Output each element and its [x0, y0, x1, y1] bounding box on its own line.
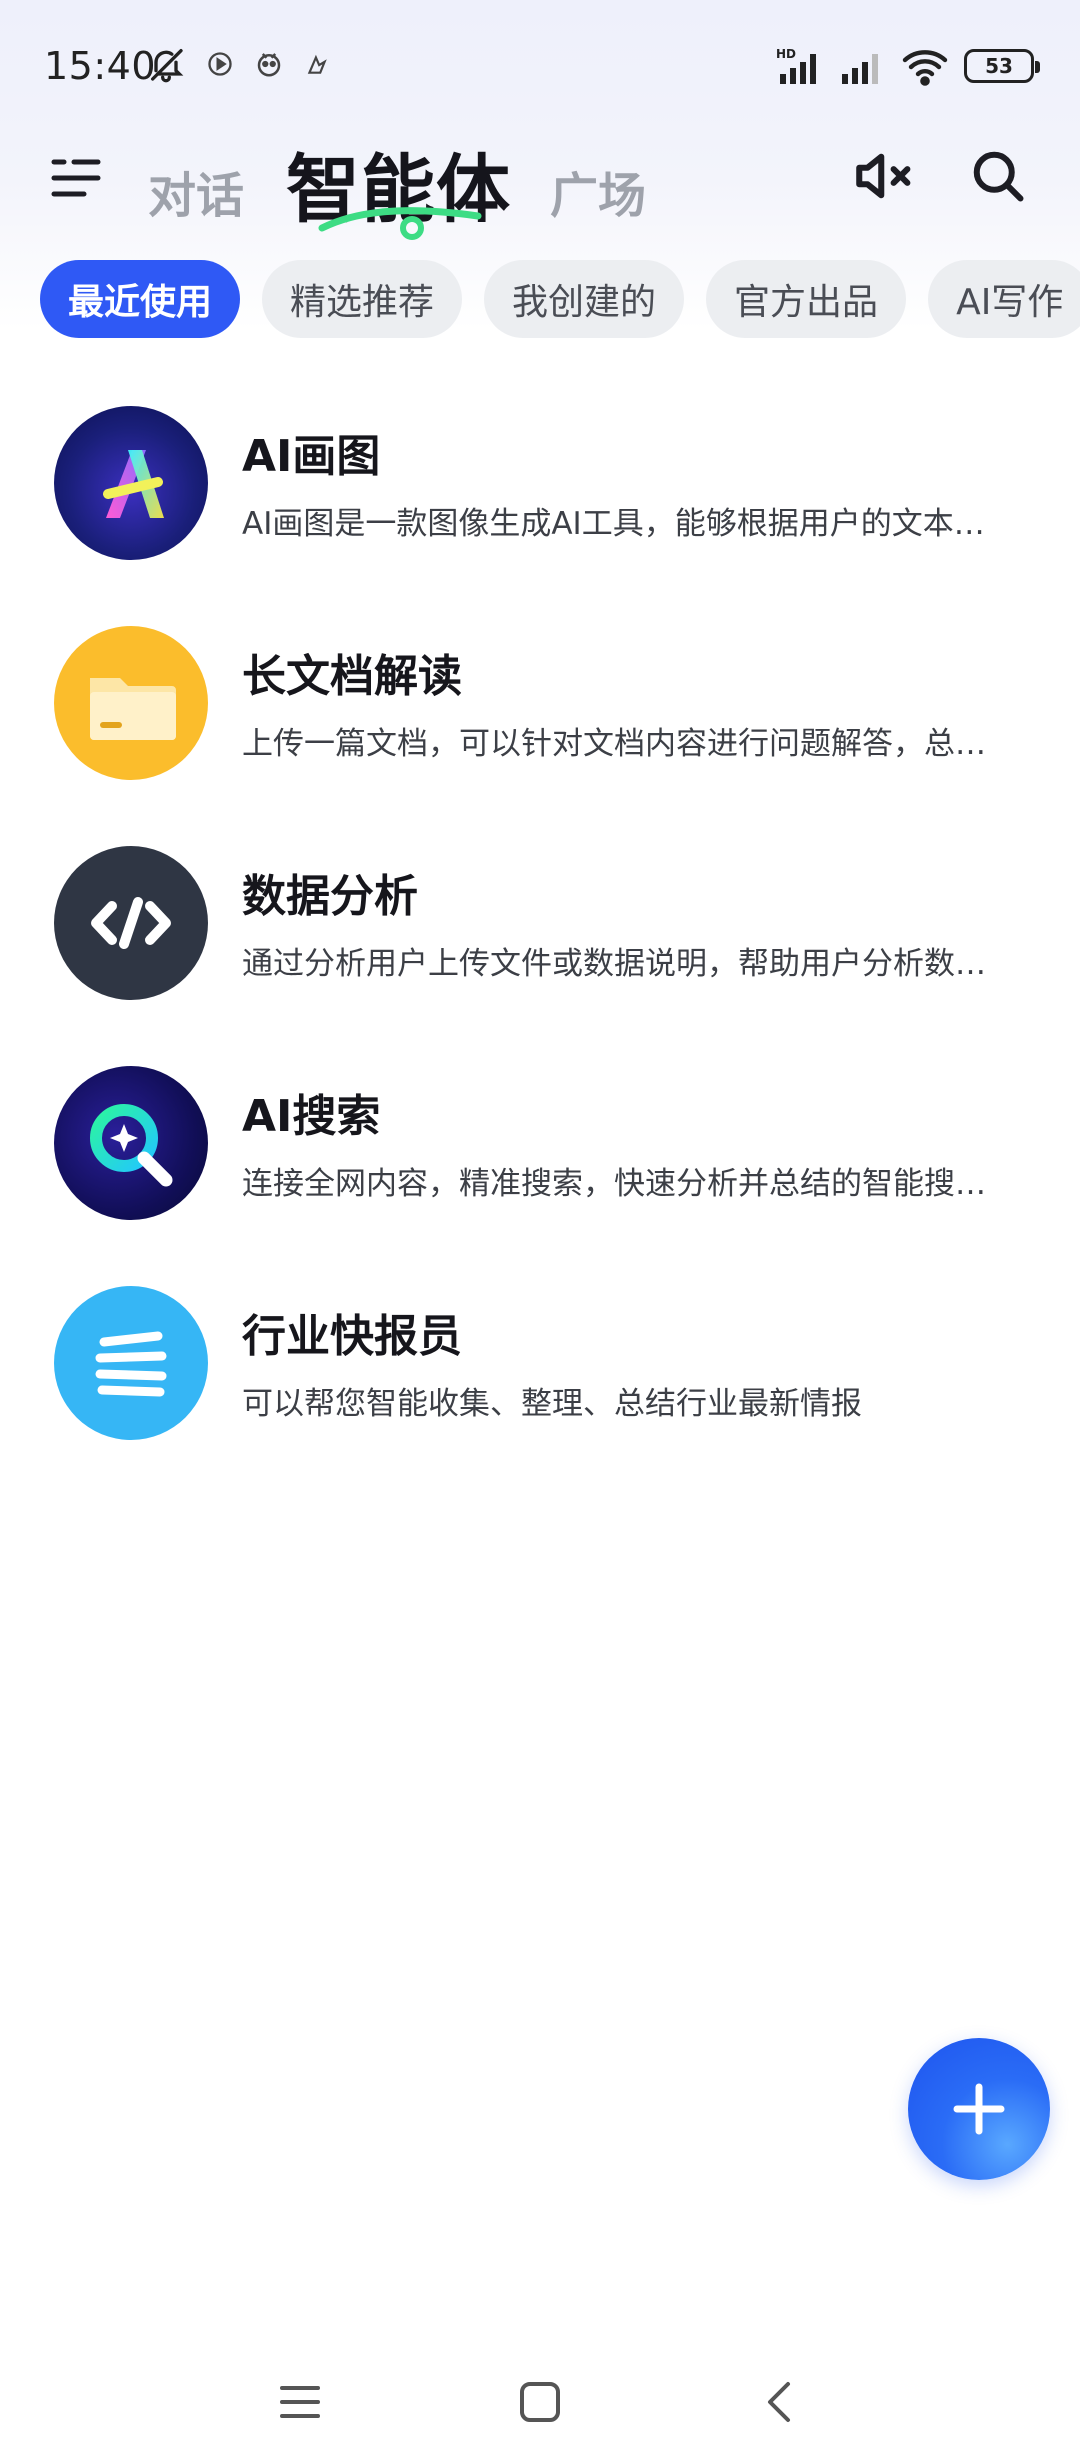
system-nav-bar — [0, 2340, 1080, 2460]
agent-name: 长文档解读 — [242, 651, 462, 702]
status-time: 15:40 — [44, 44, 157, 88]
agent-name: 行业快报员 — [242, 1311, 462, 1362]
tab-dialog[interactable]: 对话 — [148, 156, 244, 226]
bell-off-icon — [151, 49, 184, 83]
app-notify-icon-2 — [257, 53, 281, 77]
menu-button[interactable] — [48, 150, 104, 206]
speaker-muted-icon — [856, 153, 911, 199]
wifi-icon — [902, 50, 948, 86]
agent-name: 数据分析 — [242, 871, 418, 922]
folder-icon — [54, 626, 208, 780]
battery-level: 53 — [985, 54, 1013, 78]
active-tab-underline — [318, 207, 482, 240]
agent-description: 上传一篇文档，可以针对文档内容进行问题解答，总结摘要 — [242, 726, 1002, 762]
chip-ai-writing[interactable]: AI写作 — [928, 260, 1080, 338]
agent-description: 通过分析用户上传文件或数据说明，帮助用户分析数据并生成图表 — [242, 946, 1002, 982]
back-chevron-icon — [768, 2382, 790, 2422]
square-icon — [520, 2382, 560, 2422]
menu-icon — [51, 159, 101, 197]
ai-drawing-icon — [54, 406, 208, 560]
battery-indicator: 53 — [964, 49, 1040, 83]
plus-icon — [953, 2083, 1005, 2135]
search-button[interactable] — [960, 138, 1036, 214]
signal-icon — [842, 54, 878, 84]
svg-text:HD: HD — [776, 47, 796, 61]
home-button[interactable] — [500, 2362, 580, 2442]
app-notify-icon-3 — [307, 54, 327, 74]
chip-official[interactable]: 官方出品 — [706, 260, 907, 338]
list-item[interactable]: 行业快报员 可以帮您智能收集、整理、总结行业最新情报 — [0, 1260, 1080, 1480]
search-icon — [973, 151, 1024, 202]
notification-icons — [146, 44, 330, 84]
agent-description: AI画图是一款图像生成AI工具，能够根据用户的文本描述生成图片 — [242, 506, 1002, 542]
recent-apps-button[interactable] — [260, 2362, 340, 2442]
back-button[interactable] — [740, 2362, 820, 2442]
code-icon — [54, 846, 208, 1000]
create-agent-button[interactable] — [908, 2038, 1050, 2180]
list-item[interactable]: 长文档解读 上传一篇文档，可以针对文档内容进行问题解答，总结摘要 — [0, 600, 1080, 820]
filter-chips: 最近使用 精选推荐 我创建的 官方出品 AI写作 — [40, 260, 1080, 340]
top-header: 对话 智能体 广场 — [0, 130, 1080, 240]
list-item[interactable]: AI搜索 连接全网内容，精准搜索，快速分析并总结的智能搜索助手 — [0, 1040, 1080, 1260]
status-bar: 15:40 HD 53 — [0, 0, 1080, 130]
signal-hd-icon: HD — [776, 47, 816, 84]
agent-page: 15:40 HD 53 对话 智能体 广场 最近使用 精选推荐 我创建的 官方出… — [0, 0, 1080, 2460]
mute-button[interactable] — [846, 138, 922, 214]
system-indicators: HD 53 — [774, 46, 1040, 86]
app-notify-icon-1 — [208, 52, 232, 76]
chip-recent[interactable]: 最近使用 — [40, 260, 241, 338]
agent-list: AI画图 AI画图是一款图像生成AI工具，能够根据用户的文本描述生成图片 长文档… — [0, 380, 1080, 1480]
chip-my-created[interactable]: 我创建的 — [484, 260, 685, 338]
agent-description: 连接全网内容，精准搜索，快速分析并总结的智能搜索助手 — [242, 1166, 1002, 1202]
agent-name: AI画图 — [242, 431, 381, 482]
list-item[interactable]: 数据分析 通过分析用户上传文件或数据说明，帮助用户分析数据并生成图表 — [0, 820, 1080, 1040]
tab-plaza[interactable]: 广场 — [550, 156, 646, 226]
menu-lines-icon — [280, 2386, 320, 2418]
news-lines-icon — [54, 1286, 208, 1440]
agent-name: AI搜索 — [242, 1091, 381, 1142]
list-item[interactable]: AI画图 AI画图是一款图像生成AI工具，能够根据用户的文本描述生成图片 — [0, 380, 1080, 600]
agent-description: 可以帮您智能收集、整理、总结行业最新情报 — [242, 1386, 862, 1422]
ai-search-icon — [54, 1066, 208, 1220]
chip-featured[interactable]: 精选推荐 — [262, 260, 463, 338]
